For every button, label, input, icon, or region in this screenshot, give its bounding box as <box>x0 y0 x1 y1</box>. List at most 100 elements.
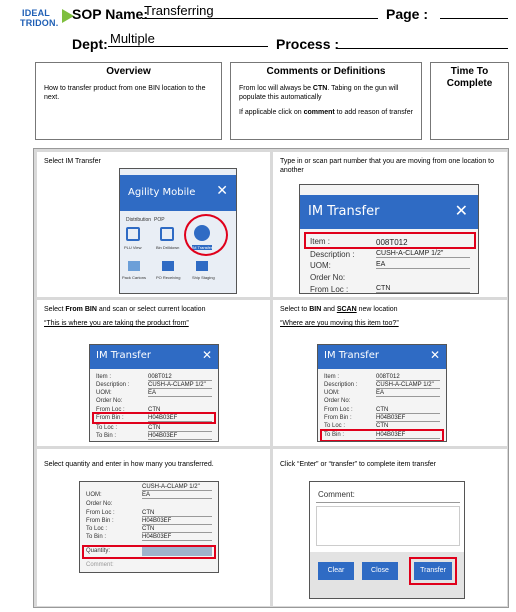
overview-title: Overview <box>106 66 151 77</box>
im-title-bar: IM Transfer ✕ <box>90 345 218 369</box>
item-field: 008T012 <box>148 374 212 381</box>
from-bin-highlight <box>92 412 216 424</box>
comment-label: Comment: <box>318 490 355 499</box>
plu-view-icon[interactable] <box>126 227 140 241</box>
item-label: Item : <box>324 374 340 380</box>
step-5-caption: Select quantity and enter in how many yo… <box>44 461 214 468</box>
ship-staging-icon[interactable] <box>196 261 208 271</box>
im-title: IM Transfer <box>324 350 379 361</box>
from-bin-field: H04B03EF <box>142 518 212 525</box>
to-loc-field: CTN <box>142 526 212 533</box>
close-icon[interactable]: ✕ <box>216 183 228 199</box>
po-receiving-icon[interactable] <box>162 261 174 271</box>
bin-drilldown-label: Bin Drilldown <box>156 245 180 250</box>
quantity-highlight <box>82 545 216 559</box>
from-loc-label: From Loc : <box>86 510 115 516</box>
tab-distribution[interactable]: Distribution <box>126 217 151 223</box>
from-loc-field: CTN <box>142 510 212 517</box>
dept-underline <box>108 46 268 47</box>
uom-label: UOM: <box>310 261 331 270</box>
to-bin-label: To Bin : <box>96 433 117 439</box>
im-transfer-screen-3: IM Transfer ✕ Item : 008T012 Description… <box>89 344 219 442</box>
agility-title: Agility Mobile <box>128 187 196 198</box>
uom-label: UOM: <box>96 390 112 396</box>
im-transfer-highlight <box>184 214 228 256</box>
tab-pop[interactable]: POP <box>154 217 165 223</box>
step-3-cell: Select From BIN and scan or select curre… <box>37 300 270 446</box>
bin-drilldown-icon[interactable] <box>160 227 174 241</box>
uom-field: EA <box>142 492 212 499</box>
comment-divider <box>316 502 460 503</box>
comments-line2: If applicable click on comment to add re… <box>239 109 413 116</box>
order-no-label: Order No: <box>324 398 351 404</box>
comment-label: Comment: <box>86 562 114 568</box>
uom-label: UOM: <box>324 390 340 396</box>
description-label: Description : <box>324 382 358 388</box>
description-label: Description : <box>96 382 130 388</box>
overview-box: Overview How to transfer product from on… <box>35 62 222 140</box>
from-bin-label: From Bin : <box>324 415 352 421</box>
sop-name-underline <box>142 18 378 19</box>
step-4-note: “Where are you moving this item too?” <box>280 320 399 327</box>
sop-name-label: SOP Name: <box>72 6 148 22</box>
close-icon[interactable]: ✕ <box>455 201 468 220</box>
close-icon[interactable]: ✕ <box>202 348 212 362</box>
step-2-caption: Type in or scan part number that you are… <box>280 158 495 174</box>
description-field: CUSH-A-CLAMP 1/2" <box>376 382 440 389</box>
comment-field[interactable] <box>316 506 460 546</box>
im-title: IM Transfer <box>308 204 380 219</box>
step-4-cell: Select to BIN and SCAN new location “Whe… <box>273 300 507 446</box>
time-box: Time To Complete <box>430 62 509 140</box>
step-4-caption: Select to BIN and SCAN new location <box>280 306 398 313</box>
description-field: CUSH-A-CLAMP 1/2" <box>376 250 470 258</box>
description-field: CUSH-A-CLAMP 1/2" <box>142 484 212 491</box>
clear-button[interactable]: Clear <box>318 562 354 580</box>
comments-title: Comments or Definitions <box>266 66 386 77</box>
description-field: CUSH-A-CLAMP 1/2" <box>148 382 212 389</box>
comments-line1: From loc will always be CTN. Tabing on t… <box>239 85 399 101</box>
step-1-cell: Select IM Transfer Agility Mobile ✕ Dist… <box>37 152 270 297</box>
item-label: Item : <box>96 374 112 380</box>
im-transfer-screen-6: Comment: Clear Close Transfer <box>309 481 465 599</box>
im-title-bar: IM Transfer ✕ <box>300 195 478 229</box>
to-loc-field: CTN <box>148 425 212 432</box>
order-no-label: Order No: <box>86 501 113 507</box>
to-bin-label: To Bin : <box>86 534 107 540</box>
step-3-caption: Select From BIN and scan or select curre… <box>44 306 206 313</box>
im-transfer-screen-2: IM Transfer ✕ Item : 008T012 Description… <box>299 184 479 294</box>
step-2-cell: Type in or scan part number that you are… <box>273 152 507 297</box>
logo-line1: IDEAL <box>22 8 50 18</box>
close-button[interactable]: Close <box>362 562 398 580</box>
order-no-label: Order No: <box>310 273 346 282</box>
pack-cartons-icon[interactable] <box>128 261 140 271</box>
uom-field: EA <box>376 261 470 269</box>
item-field: 008T012 <box>376 374 440 381</box>
from-loc-field: CTN <box>376 285 470 293</box>
from-loc-label: From Loc : <box>324 407 353 413</box>
from-bin-field: H04B03EF <box>376 415 440 422</box>
step-6-cell: Click “Enter” or “transfer” to complete … <box>273 449 507 606</box>
process-label: Process : <box>276 36 340 52</box>
time-title: Time To Complete <box>446 66 493 89</box>
step-5-cell: Select quantity and enter in how many yo… <box>37 449 270 606</box>
pack-cartons-label: Pack Cartons <box>122 275 147 280</box>
uom-field: EA <box>376 390 440 397</box>
from-loc-label: From Loc : <box>310 285 349 294</box>
po-receiving-label: PO Receiving <box>156 275 181 280</box>
close-icon[interactable]: ✕ <box>430 348 440 362</box>
uom-label: UOM: <box>86 492 102 498</box>
order-no-label: Order No: <box>96 398 123 404</box>
page-label: Page : <box>386 6 429 22</box>
agility-title-bar: Agility Mobile ✕ <box>120 175 236 211</box>
to-bin-field: H04B03EF <box>148 433 212 440</box>
to-bin-field: H04B03EF <box>142 534 212 541</box>
from-loc-field: CTN <box>376 407 440 414</box>
agility-screen: Agility Mobile ✕ Distribution POP PLU Vi… <box>119 168 237 294</box>
im-transfer-screen-4: IM Transfer ✕ Item : 008T012 Description… <box>317 344 447 442</box>
im-transfer-screen-5: CUSH-A-CLAMP 1/2" UOM: EA Order No: From… <box>79 481 219 573</box>
step-1-caption: Select IM Transfer <box>44 158 101 165</box>
comments-box: Comments or Definitions From loc will al… <box>230 62 422 140</box>
steps-grid: Select IM Transfer Agility Mobile ✕ Dist… <box>33 148 509 608</box>
ship-staging-label: Ship Staging <box>192 275 215 280</box>
sop-name-value: Transferring <box>144 3 214 18</box>
